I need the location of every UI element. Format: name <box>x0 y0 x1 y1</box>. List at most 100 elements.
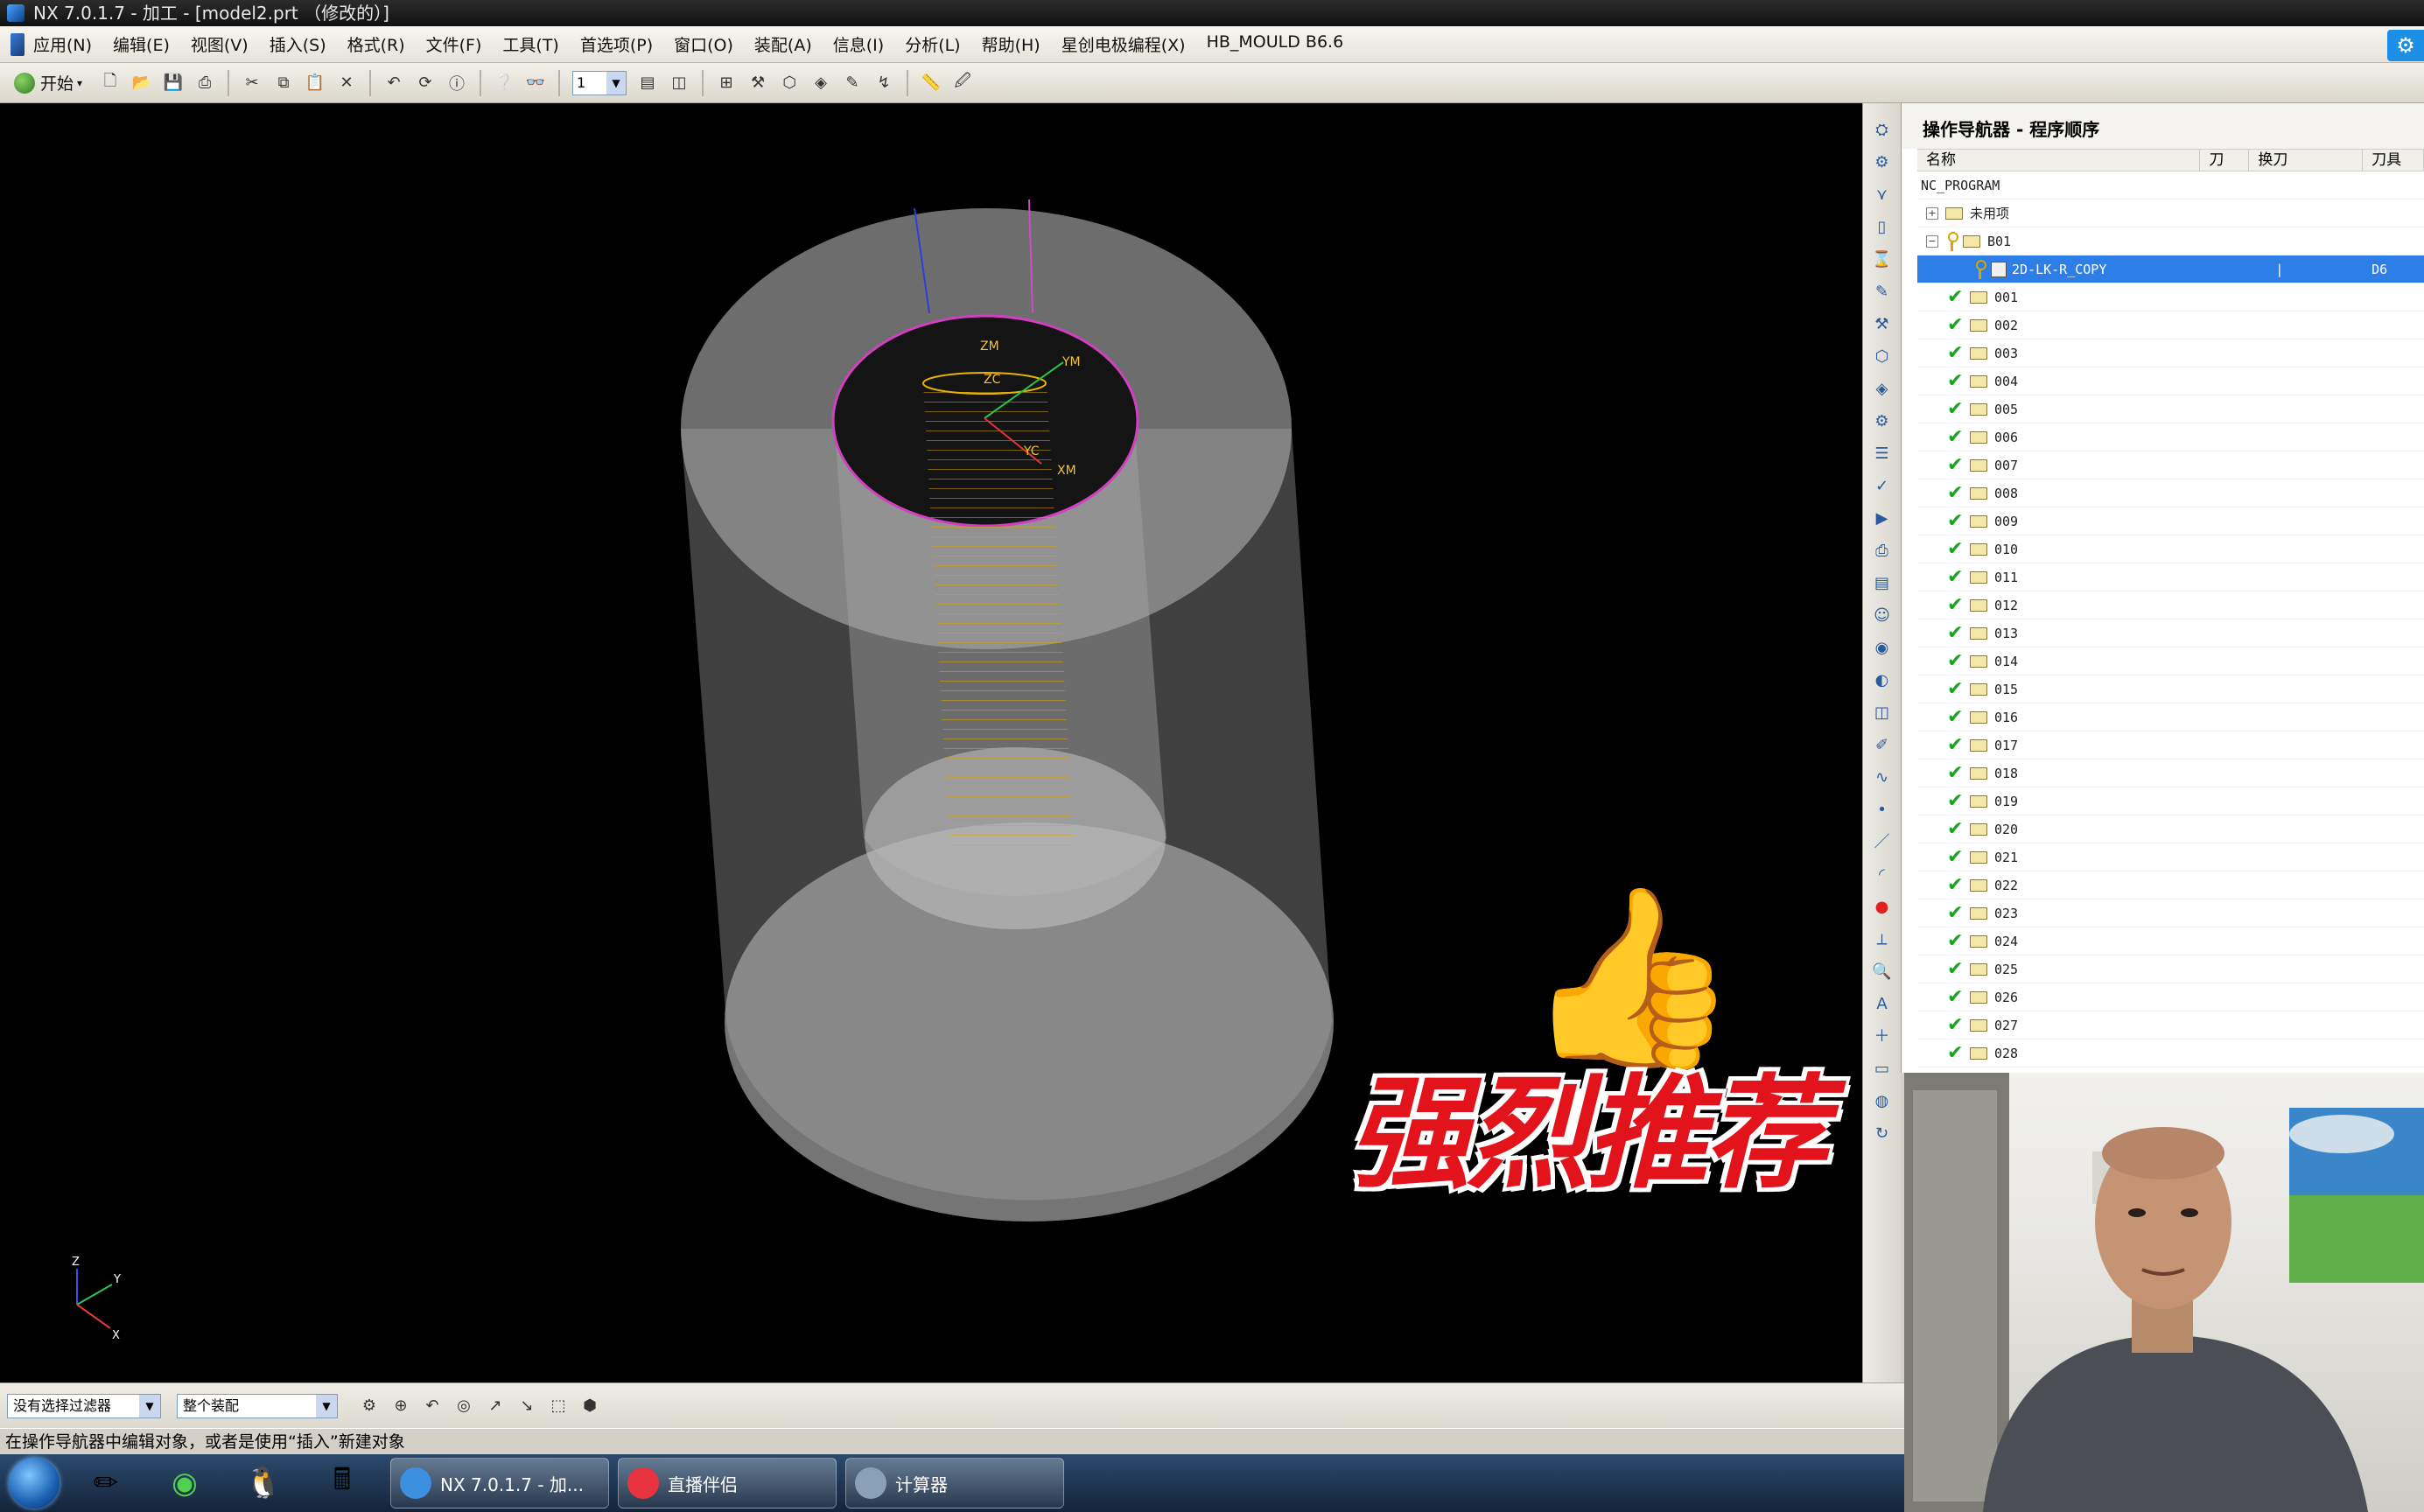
tree-row-operation[interactable]: ✔ 021 <box>1917 844 2424 872</box>
assembly-navigator-icon[interactable]: ⛭ <box>1871 119 1894 142</box>
shop-doc-icon[interactable]: ▤ <box>1871 572 1894 595</box>
curve-icon[interactable]: ∿ <box>1871 766 1894 789</box>
print-icon[interactable]: ⎙ <box>193 72 216 94</box>
chevron-down-icon[interactable]: ▼ <box>139 1394 160 1418</box>
create-program-icon[interactable]: ⊞ <box>715 72 738 94</box>
rectangle-icon[interactable]: ▭ <box>1871 1058 1894 1081</box>
menu-item[interactable]: HB_MOULD B6.6 <box>1207 32 1344 56</box>
menu-item[interactable]: 首选项(P) <box>580 32 653 56</box>
create-method-icon[interactable]: ◈ <box>809 72 832 94</box>
tree-row-operation[interactable]: ✔ 025 <box>1917 956 2424 984</box>
snap-point-icon[interactable]: ⊕ <box>389 1395 412 1418</box>
graphics-viewport[interactable]: ZM YM XM ZC YC Z Y X 👍 强烈推荐 然后把它转向曲线 <box>0 103 1862 1382</box>
layer-select[interactable]: 1 ▼ <box>572 70 627 95</box>
tree-row-operation[interactable]: ✔ 018 <box>1917 760 2424 788</box>
start-button[interactable]: 开始 ▾ <box>14 71 82 94</box>
tree-row-operation[interactable]: ✔ 014 <box>1917 648 2424 676</box>
qq-app-icon[interactable]: 🐧 <box>233 1458 294 1508</box>
text-icon[interactable]: A <box>1871 993 1894 1016</box>
link-icon[interactable]: ⚙ <box>2387 30 2424 61</box>
column-tool[interactable]: 刀 <box>2200 150 2250 171</box>
tree-row-unused[interactable]: + 未用项 <box>1917 200 2424 228</box>
zoom-icon[interactable]: 🔍 <box>1871 961 1894 984</box>
tree-row-operation[interactable]: ✔ 003 <box>1917 340 2424 368</box>
verify-icon[interactable]: ✓ <box>1871 475 1894 498</box>
simulate-icon[interactable]: ▶ <box>1871 508 1894 530</box>
cut-icon[interactable]: ✂ <box>241 72 263 94</box>
pencil-app-icon[interactable]: ✏ <box>75 1458 137 1508</box>
tree-row-operation[interactable]: ✔ 012 <box>1917 592 2424 620</box>
column-tool-name[interactable]: 刀具 <box>2363 150 2424 171</box>
red-dot-icon[interactable]: ● <box>1871 896 1894 919</box>
taskbar-window-button[interactable]: NX 7.0.1.7 - 加... <box>390 1458 609 1508</box>
machine-tool-icon[interactable]: ⚒ <box>1871 313 1894 336</box>
tree-row-operation[interactable]: ✔ 011 <box>1917 564 2424 592</box>
program-view-icon[interactable]: ☰ <box>1871 443 1894 466</box>
collapse-minus-icon[interactable]: − <box>1926 234 1938 248</box>
line-icon[interactable]: ／ <box>1871 831 1894 854</box>
select-feature-icon[interactable]: ◎ <box>452 1395 475 1418</box>
sketch-icon[interactable]: ✐ <box>1871 734 1894 757</box>
binoculars-icon[interactable]: 👓 <box>524 72 547 94</box>
select-edge-icon[interactable]: ↘ <box>515 1395 538 1418</box>
new-file-icon[interactable]: 🗋 <box>99 72 122 94</box>
crosshair-icon[interactable]: ＋ <box>1871 1026 1894 1048</box>
calculator-app-icon[interactable]: 🖩 <box>312 1458 373 1508</box>
type-filter-select[interactable]: 没有选择过滤器 ▼ <box>7 1393 161 1418</box>
paste-icon[interactable]: 📋 <box>304 72 326 94</box>
tree-row-operation[interactable]: ✔ 028 <box>1917 1040 2424 1068</box>
part-navigator-icon[interactable]: ⋎ <box>1871 184 1894 206</box>
tree-row-operation[interactable]: ✔ 020 <box>1917 816 2424 844</box>
select-box-icon[interactable]: ⬚ <box>547 1395 570 1418</box>
tree-row-operation[interactable]: ✔ 010 <box>1917 536 2424 564</box>
menu-item[interactable]: 文件(F) <box>426 32 482 56</box>
tree-row-operation[interactable]: ✔ 006 <box>1917 424 2424 452</box>
layer-visible-icon[interactable]: ◫ <box>668 72 690 94</box>
info-icon[interactable]: ⓘ <box>445 72 468 94</box>
menu-item[interactable]: 星创电极编程(X) <box>1061 32 1186 56</box>
layout-icon[interactable]: ◫ <box>1871 702 1894 724</box>
open-folder-icon[interactable]: 📂 <box>130 72 153 94</box>
tree-row-operation[interactable]: ✔ 004 <box>1917 368 2424 396</box>
ruler-icon[interactable]: 📏 <box>920 72 942 94</box>
menu-item[interactable]: 格式(R) <box>347 32 405 56</box>
method-view-icon[interactable]: ◈ <box>1871 378 1894 401</box>
taskbar-window-button[interactable]: 计算器 <box>845 1458 1064 1508</box>
save-icon[interactable]: 💾 <box>162 72 185 94</box>
tree-row-operation[interactable]: ✔ 019 <box>1917 788 2424 816</box>
arc-icon[interactable]: ◜ <box>1871 864 1894 886</box>
tree-row-operation[interactable]: ✔ 013 <box>1917 620 2424 648</box>
menu-item[interactable]: 应用(N) <box>33 32 92 56</box>
select-body-icon[interactable]: ⬢ <box>578 1395 601 1418</box>
browser-app-icon[interactable]: ◉ <box>154 1458 215 1508</box>
tree-row-group[interactable]: − B01 <box>1917 228 2424 256</box>
point-icon[interactable]: • <box>1871 799 1894 822</box>
tree-row-operation[interactable]: ✔ 007 <box>1917 452 2424 480</box>
web-browser-icon[interactable]: ◉ <box>1871 637 1894 660</box>
reuse-library-icon[interactable]: ▯ <box>1871 216 1894 239</box>
column-tool-change[interactable]: 换刀 <box>2249 150 2364 171</box>
expand-plus-icon[interactable]: + <box>1926 206 1938 220</box>
create-tool-icon[interactable]: ⚒ <box>746 72 769 94</box>
taskbar-window-button[interactable]: 直播伴侣 <box>618 1458 837 1508</box>
tree-row-operation[interactable]: ✔ 015 <box>1917 676 2424 704</box>
tree-row-root[interactable]: NC_PROGRAM <box>1917 172 2424 200</box>
undo-selection-icon[interactable]: ↶ <box>421 1395 444 1418</box>
geometry-view-icon[interactable]: ⬡ <box>1871 346 1894 368</box>
windows-start-icon[interactable] <box>9 1458 60 1508</box>
tree-row-operation[interactable]: ✔ 023 <box>1917 900 2424 928</box>
layer-settings-icon[interactable]: ▤ <box>636 72 659 94</box>
tree-row-operation[interactable]: ✔ 026 <box>1917 984 2424 1012</box>
tree-row-operation[interactable]: ✔ 002 <box>1917 312 2424 340</box>
tree-row-operation[interactable]: ✔ 005 <box>1917 396 2424 424</box>
chevron-down-icon[interactable]: ▼ <box>316 1394 337 1418</box>
tree-row-operation[interactable]: ✔ 001 <box>1917 284 2424 312</box>
post-process-icon[interactable]: 🖉 <box>951 72 974 94</box>
menu-item[interactable]: 信息(I) <box>833 32 884 56</box>
general-selection-icon[interactable]: ⚙ <box>358 1395 381 1418</box>
menu-item[interactable]: 视图(V) <box>191 32 249 56</box>
tool-view-icon[interactable]: ⚙ <box>1871 410 1894 433</box>
undo-icon[interactable]: ↶ <box>382 72 405 94</box>
cycle-icon[interactable]: ↻ <box>1871 1123 1894 1145</box>
repeat-command-icon[interactable]: ⟳ <box>414 72 437 94</box>
